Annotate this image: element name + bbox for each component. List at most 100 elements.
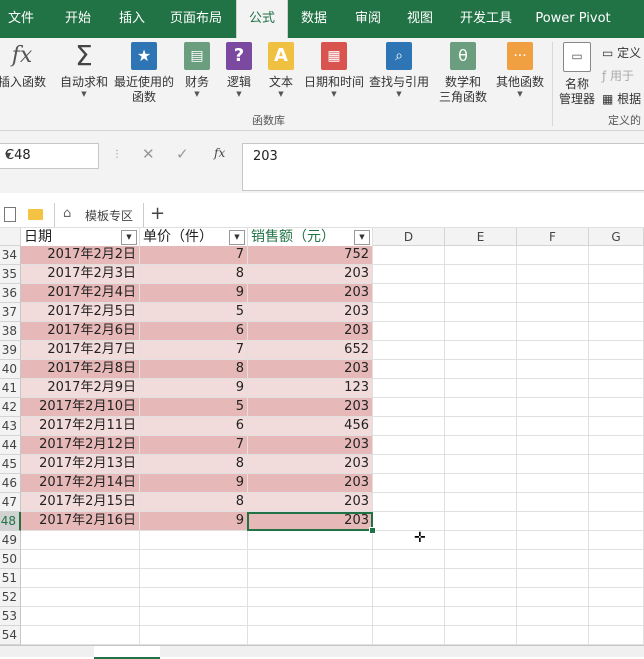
lookup-button[interactable]: ⌕ 查找与引用 ▼ [368, 42, 430, 98]
empty-cell[interactable] [589, 493, 644, 512]
select-all-corner[interactable] [0, 228, 21, 246]
tab-file[interactable]: 文件 [0, 0, 42, 38]
sheet-tab-active[interactable] [94, 646, 160, 659]
table-cell-price[interactable]: 7 [140, 246, 248, 265]
empty-cell[interactable] [517, 398, 589, 417]
empty-cell[interactable] [445, 379, 517, 398]
empty-cell[interactable] [517, 626, 589, 645]
add-tab-button[interactable]: + [150, 203, 165, 224]
table-cell-sales[interactable]: 652 [248, 341, 373, 360]
empty-cell[interactable] [589, 531, 644, 550]
empty-cell[interactable] [445, 493, 517, 512]
tab-insert[interactable]: 插入 [110, 0, 154, 38]
empty-cell[interactable] [517, 569, 589, 588]
row-header[interactable]: 35 [0, 265, 21, 284]
empty-cell[interactable] [445, 360, 517, 379]
table-cell-price[interactable]: 9 [140, 474, 248, 493]
table-cell-date[interactable]: 2017年2月5日 [21, 303, 140, 322]
row-header[interactable]: 46 [0, 474, 21, 493]
empty-cell[interactable] [445, 531, 517, 550]
new-doc-icon[interactable] [4, 207, 16, 222]
row-header[interactable]: 40 [0, 360, 21, 379]
empty-cell[interactable] [445, 398, 517, 417]
empty-cell[interactable] [589, 360, 644, 379]
table-cell-price[interactable]: 5 [140, 303, 248, 322]
table-cell-sales[interactable]: 203 [248, 303, 373, 322]
table-header-sales[interactable]: 销售额（元） ▼ [248, 228, 373, 247]
empty-cell[interactable] [445, 284, 517, 303]
empty-cell[interactable] [21, 550, 140, 569]
use-in-formula-button[interactable]: ƒ 用于 [602, 67, 634, 84]
empty-cell[interactable] [445, 550, 517, 569]
empty-cell[interactable] [517, 512, 589, 531]
row-header[interactable]: 36 [0, 284, 21, 303]
empty-cell[interactable] [445, 417, 517, 436]
empty-cell[interactable] [589, 246, 644, 265]
table-cell-price[interactable]: 9 [140, 284, 248, 303]
table-cell-sales[interactable]: 203 [248, 493, 373, 512]
empty-cell[interactable] [248, 607, 373, 626]
template-area-tab[interactable]: ⌂ 模板专区 [54, 203, 144, 227]
chevron-down-icon[interactable]: ▼ [5, 151, 92, 160]
filter-dropdown-icon[interactable]: ▼ [354, 230, 370, 245]
empty-cell[interactable] [373, 398, 445, 417]
row-header[interactable]: 39 [0, 341, 21, 360]
enter-icon[interactable]: ✓ [176, 145, 189, 163]
empty-cell[interactable] [248, 626, 373, 645]
filter-dropdown-icon[interactable]: ▼ [121, 230, 137, 245]
table-cell-sales[interactable]: 203 [248, 322, 373, 341]
name-manager-button[interactable]: ▭ 名称 管理器 [556, 42, 598, 106]
empty-cell[interactable] [373, 626, 445, 645]
table-header-date[interactable]: 日期 ▼ [21, 228, 140, 247]
empty-cell[interactable] [445, 626, 517, 645]
empty-cell[interactable] [373, 474, 445, 493]
row-header[interactable]: 42 [0, 398, 21, 417]
table-cell-date[interactable]: 2017年2月13日 [21, 455, 140, 474]
empty-cell[interactable] [589, 341, 644, 360]
empty-cell[interactable] [373, 360, 445, 379]
column-header-f[interactable]: F [517, 228, 589, 246]
row-header[interactable]: 34 [0, 246, 21, 265]
row-header[interactable]: 47 [0, 493, 21, 512]
row-header[interactable]: 50 [0, 550, 21, 569]
row-header[interactable]: 38 [0, 322, 21, 341]
table-cell-price[interactable]: 6 [140, 322, 248, 341]
empty-cell[interactable] [517, 284, 589, 303]
empty-cell[interactable] [445, 512, 517, 531]
tab-data[interactable]: 数据 [294, 0, 334, 38]
column-header-d[interactable]: D [373, 228, 445, 246]
empty-cell[interactable] [517, 531, 589, 550]
empty-cell[interactable] [373, 493, 445, 512]
empty-cell[interactable] [248, 550, 373, 569]
empty-cell[interactable] [589, 417, 644, 436]
empty-cell[interactable] [589, 455, 644, 474]
empty-cell[interactable] [517, 455, 589, 474]
empty-cell[interactable] [21, 569, 140, 588]
table-cell-sales[interactable]: 456 [248, 417, 373, 436]
text-button[interactable]: A 文本 ▼ [264, 42, 298, 98]
empty-cell[interactable] [517, 303, 589, 322]
empty-cell[interactable] [373, 341, 445, 360]
logical-button[interactable]: ? 逻辑 ▼ [222, 42, 256, 98]
recent-functions-button[interactable]: ★ 最近使用的 函数 [112, 42, 176, 104]
row-header[interactable]: 43 [0, 417, 21, 436]
table-cell-date[interactable]: 2017年2月12日 [21, 436, 140, 455]
table-cell-date[interactable]: 2017年2月3日 [21, 265, 140, 284]
tab-formulas[interactable]: 公式 [236, 0, 288, 38]
table-cell-date[interactable]: 2017年2月9日 [21, 379, 140, 398]
filter-dropdown-icon[interactable]: ▼ [229, 230, 245, 245]
table-cell-price[interactable]: 7 [140, 341, 248, 360]
empty-cell[interactable] [517, 265, 589, 284]
table-cell-date[interactable]: 2017年2月6日 [21, 322, 140, 341]
name-box[interactable]: C48 ▼ [0, 143, 99, 169]
tab-developer[interactable]: 开发工具 [456, 0, 516, 38]
tab-home[interactable]: 开始 [56, 0, 100, 38]
empty-cell[interactable] [248, 588, 373, 607]
empty-cell[interactable] [517, 474, 589, 493]
empty-cell[interactable] [589, 569, 644, 588]
empty-cell[interactable] [373, 303, 445, 322]
empty-cell[interactable] [21, 588, 140, 607]
table-cell-price[interactable]: 8 [140, 265, 248, 284]
empty-cell[interactable] [21, 607, 140, 626]
row-header[interactable]: 54 [0, 626, 21, 645]
